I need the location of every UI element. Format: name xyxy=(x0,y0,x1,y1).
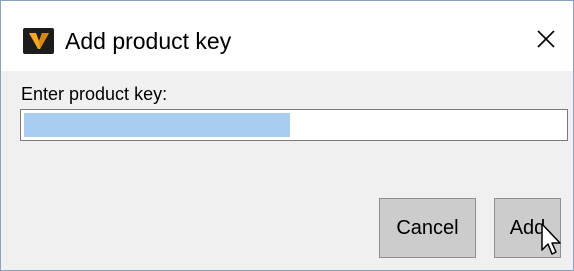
dialog-body: Enter product key: Cancel Add xyxy=(1,71,573,270)
text-selection-highlight xyxy=(24,113,290,137)
close-button[interactable] xyxy=(519,15,573,63)
add-button[interactable]: Add xyxy=(494,198,561,258)
close-icon xyxy=(537,30,555,48)
product-key-label: Enter product key: xyxy=(21,84,168,104)
product-key-input[interactable] xyxy=(20,109,568,141)
add-product-key-dialog: Add product key Enter product key: Cance… xyxy=(0,0,574,271)
app-logo-icon xyxy=(23,28,54,54)
title-bar: Add product key xyxy=(1,1,573,71)
cancel-button[interactable]: Cancel xyxy=(379,198,476,258)
window-title: Add product key xyxy=(65,28,232,54)
